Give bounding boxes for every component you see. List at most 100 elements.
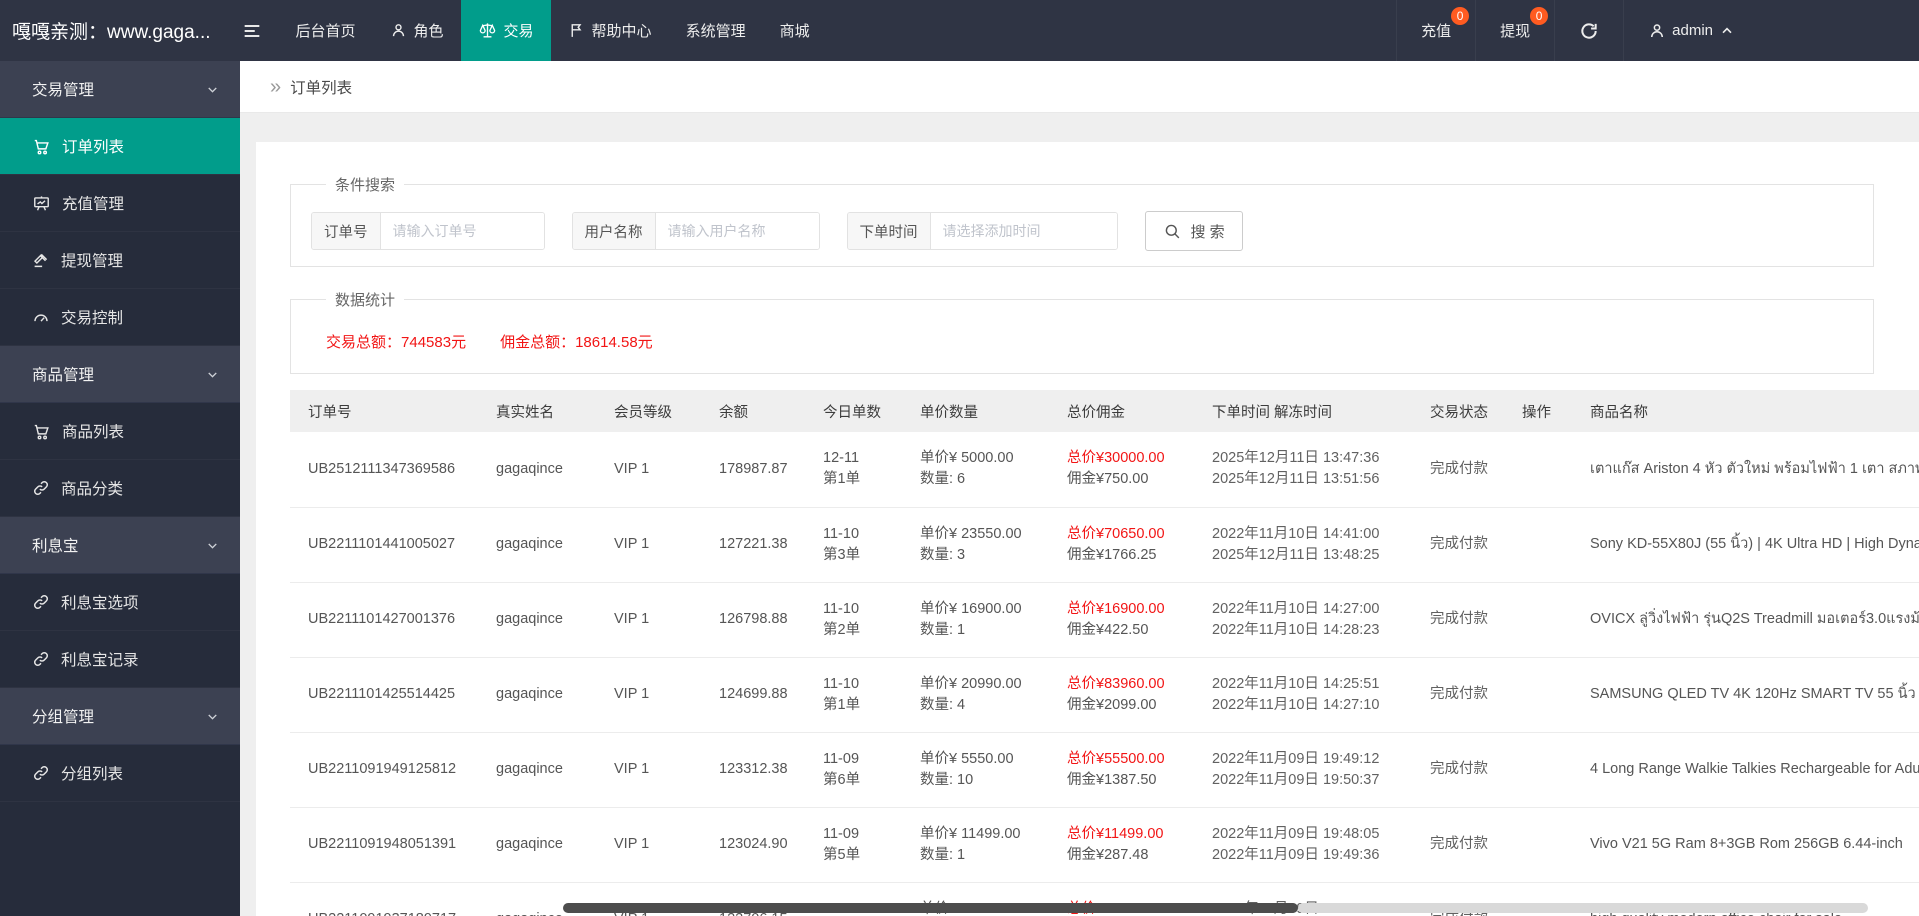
sidebar-item-订单列表[interactable]: 订单列表 — [0, 118, 240, 175]
cell-status: 完成付款 — [1420, 432, 1512, 508]
table-row: UB2211091948051391 gagaqince VIP 1 123024.9… — [290, 807, 1919, 883]
column-header-订单号: 订单号 — [290, 390, 486, 432]
search-input-用户名称[interactable] — [655, 213, 819, 249]
sidebar-item-提现管理[interactable]: 提现管理 — [0, 232, 240, 289]
sidebar-item-label: 分组列表 — [61, 766, 124, 783]
cell-action — [1512, 582, 1580, 658]
recharge-button[interactable]: 充值 0 — [1396, 0, 1475, 61]
commission-amount: 佣金总额：18614.58元 — [500, 334, 653, 351]
recharge-label: 充值 — [1421, 23, 1452, 40]
nav-item-系统管理[interactable]: 系统管理 — [669, 0, 763, 61]
nav-item-角色[interactable]: 角色 — [373, 0, 461, 61]
cell-balance: 126798.88 — [709, 582, 813, 658]
sidebar-group-交易管理[interactable]: 交易管理 — [0, 61, 240, 118]
cell-unit-price-qty: 单价¥ 11499.00 数量: 1 — [910, 807, 1057, 883]
sidebar-item-label: 提现管理 — [61, 253, 124, 270]
cell-product-name: เตาแก๊ส Ariston 4 หัว ตัวใหม่ พร้อมไฟฟ้า… — [1580, 432, 1919, 508]
horizontal-scrollbar — [256, 903, 1911, 915]
search-button[interactable]: 搜 索 — [1144, 211, 1243, 251]
cell-real-name: gagaqince — [486, 732, 604, 808]
column-header-会员等级: 会员等级 — [604, 390, 709, 432]
table-row: UB2211101427001376 gagaqince VIP 1 126798.8… — [290, 582, 1919, 658]
column-header-交易状态: 交易状态 — [1420, 390, 1512, 432]
sidebar-group-利息宝[interactable]: 利息宝 — [0, 517, 240, 574]
search-field-下单时间: 下单时间 — [846, 212, 1118, 250]
sidebar-item-label: 交易控制 — [61, 310, 124, 327]
sidebar-item-label: 利息宝记录 — [61, 652, 139, 669]
sidebar-item-label: 交易管理 — [32, 82, 95, 99]
search-field-label: 订单号 — [312, 213, 381, 249]
cell-times: 2025年12月11日 13:47:36 2025年12月11日 13:51:56 — [1202, 432, 1420, 508]
breadcrumb-chevrons-icon: » — [270, 75, 282, 98]
search-field-label: 下单时间 — [847, 213, 931, 249]
horizontal-scrollbar-track[interactable] — [1298, 903, 1868, 913]
search-field-用户名称: 用户名称 — [571, 212, 820, 250]
sidebar-item-商品列表[interactable]: 商品列表 — [0, 403, 240, 460]
sidebar-toggle-button[interactable] — [225, 0, 279, 61]
nav-item-帮助中心[interactable]: 帮助中心 — [551, 0, 669, 61]
search-icon — [1163, 222, 1182, 241]
column-header-今日单数: 今日单数 — [813, 390, 910, 432]
table-row: UB2512111347369586 gagaqince VIP 1 178987.8… — [290, 432, 1919, 508]
cell-times: 2022年11月10日 14:41:00 2025年12月11日 13:48:25 — [1202, 507, 1420, 583]
link-icon — [32, 479, 50, 497]
refresh-icon — [1579, 21, 1599, 41]
refresh-button[interactable] — [1554, 0, 1623, 61]
cell-unit-price-qty: 单价¥ 23550.00 数量: 3 — [910, 507, 1057, 583]
table-row: UB2211101425514425 gagaqince VIP 1 124699.8… — [290, 657, 1919, 733]
sidebar-item-分组列表[interactable]: 分组列表 — [0, 745, 240, 802]
cell-order-no: UB2211091948051391 — [290, 807, 486, 883]
cell-real-name: gagaqince — [486, 657, 604, 733]
cell-vip-level: VIP 1 — [604, 807, 709, 883]
site-logo: 嘎嘎亲测：www.gaga... — [12, 22, 211, 43]
sidebar-group-分组管理[interactable]: 分组管理 — [0, 688, 240, 745]
cell-vip-level: VIP 1 — [604, 657, 709, 733]
sidebar-item-label: 分组管理 — [32, 709, 95, 726]
flag-icon — [568, 22, 585, 39]
cell-total-commission: 总价¥70650.00 佣金¥1766.25 — [1057, 507, 1202, 583]
sidebar-group-商品管理[interactable]: 商品管理 — [0, 346, 240, 403]
cart-icon — [32, 137, 51, 156]
sidebar-item-商品分类[interactable]: 商品分类 — [0, 460, 240, 517]
column-header-总价佣金: 总价佣金 — [1057, 390, 1202, 432]
cell-order-no: UB2211091949125812 — [290, 732, 486, 808]
search-panel: 条件搜索 订单号 用户名称 下单时间 搜 索 — [290, 174, 1874, 267]
main-content: » 订单列表 条件搜索 订单号 用户名称 下单时间 搜 索 数据统计 交易总额：74… — [240, 61, 1919, 916]
nav-item-商城[interactable]: 商城 — [763, 0, 827, 61]
cell-vip-level: VIP 1 — [604, 732, 709, 808]
nav-item-label: 交易 — [503, 23, 534, 40]
cell-today-orders: 11-10 第1单 — [813, 657, 910, 733]
search-input-下单时间[interactable] — [930, 213, 1117, 249]
cell-unit-price-qty: 单价¥ 16900.00 数量: 1 — [910, 582, 1057, 658]
search-input-订单号[interactable] — [380, 213, 544, 249]
cell-unit-price-qty: 单价¥ 5550.00 数量: 10 — [910, 732, 1057, 808]
chevron-down-icon — [205, 709, 220, 724]
withdraw-label: 提现 — [1500, 23, 1531, 40]
nav-item-label: 系统管理 — [685, 23, 746, 40]
withdraw-button[interactable]: 提现 0 — [1475, 0, 1554, 61]
sidebar-item-label: 商品管理 — [32, 367, 95, 384]
cell-product-name: Vivo V21 5G Ram 8+3GB Rom 256GB 6.44-inc… — [1580, 807, 1919, 883]
cell-unit-price-qty: 单价¥ 5000.00 数量: 6 — [910, 432, 1057, 508]
sidebar-item-交易控制[interactable]: 交易控制 — [0, 289, 240, 346]
link-icon — [32, 764, 50, 782]
sidebar-item-label: 利息宝 — [32, 538, 79, 555]
breadcrumb: » 订单列表 — [240, 61, 1919, 113]
sidebar-item-利息宝记录[interactable]: 利息宝记录 — [0, 631, 240, 688]
cell-order-no: UB2512111347369586 — [290, 432, 486, 508]
cell-times: 2022年11月10日 14:27:00 2022年11月10日 14:28:23 — [1202, 582, 1420, 658]
sidebar-item-利息宝选项[interactable]: 利息宝选项 — [0, 574, 240, 631]
person-icon — [390, 22, 407, 39]
user-menu[interactable]: admin — [1623, 0, 1759, 61]
orders-table: 订单号 真实姓名 会员等级 余额 今日单数 单价数量 总价佣金 下单时间 解冻时间 交易状态 操作… — [290, 390, 1919, 916]
withdraw-badge: 0 — [1530, 7, 1549, 25]
nav-item-交易[interactable]: 交易 — [460, 0, 551, 61]
cell-times: 2022年11月09日 19:49:12 2022年11月09日 19:50:37 — [1202, 732, 1420, 808]
nav-item-后台首页[interactable]: 后台首页 — [279, 0, 373, 61]
horizontal-scrollbar-thumb[interactable] — [563, 903, 1298, 913]
cell-balance: 123024.90 — [709, 807, 813, 883]
search-field-订单号: 订单号 — [311, 212, 545, 250]
sidebar-item-充值管理[interactable]: 充值管理 — [0, 175, 240, 232]
cell-vip-level: VIP 1 — [604, 582, 709, 658]
cell-times: 2022年11月09日 19:48:05 2022年11月09日 19:49:36 — [1202, 807, 1420, 883]
